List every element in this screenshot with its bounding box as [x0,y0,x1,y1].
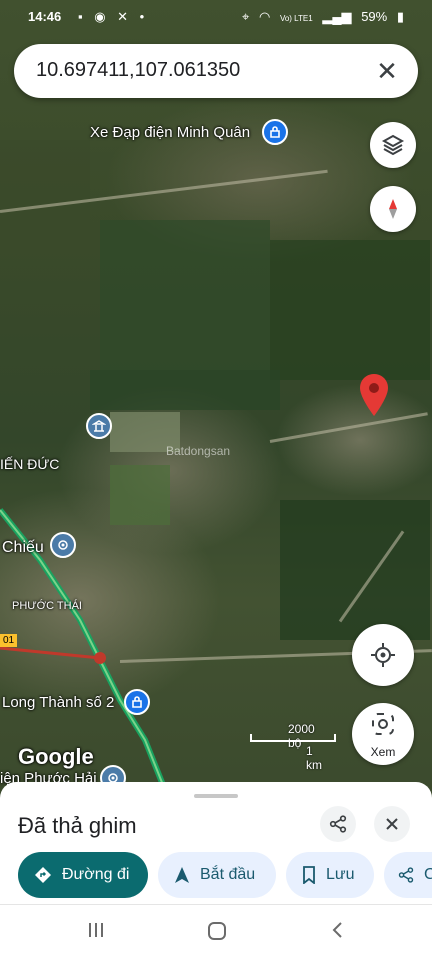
dropped-pin-icon[interactable] [360,374,388,421]
close-icon [386,818,398,830]
signal-label: Vo) LTE1 [279,14,313,23]
system-nav-bar [0,906,432,960]
start-label: Bắt đầu [200,866,256,883]
directions-label: Đường đi [62,866,130,883]
battery-text: 59% [361,9,388,24]
share-icon [398,867,414,883]
status-bar: 14:46 ▪ ◉ ✕ • ⌖ ◠ Vo) LTE1 ▂▄▆ 59% ▮ [0,0,432,34]
directions-icon [35,867,51,883]
search-query[interactable]: 10.697411,107.061350 [36,59,240,82]
view-label: Xem [370,745,396,759]
share-icon [329,815,347,833]
shop-poi-icon[interactable] [262,119,288,145]
scale-tick [250,734,252,742]
shop-poi-icon[interactable] [124,689,150,715]
divider [0,904,432,905]
notification-icons: ▪ ◉ ✕ • [78,9,149,24]
close-sheet-button[interactable] [374,806,410,842]
sheet-drag-handle[interactable] [194,794,238,798]
map-label-area[interactable]: Long Thành số 2 [2,694,114,711]
map-label-area: IẾN ĐỨC [0,456,60,472]
status-time: 14:46 [28,9,62,24]
battery-icon: ▮ [396,9,404,24]
share-chip-button[interactable]: C [384,852,432,898]
save-button[interactable]: Lưu [286,852,374,898]
map-label-shop[interactable]: Xe Đạp điện Minh Quân [90,124,250,141]
back-icon[interactable] [328,920,348,946]
scale-line [250,740,336,742]
bookmark-icon [303,866,315,884]
signal-icon: ▂▄▆ [322,9,352,24]
watermark: Batdongsan [166,444,231,458]
close-icon[interactable]: ✕ [372,56,402,86]
navigation-arrow-icon [175,867,189,883]
wifi-icon: ◠ [258,9,271,24]
compass-button[interactable] [370,186,416,232]
landmark-poi-icon[interactable] [86,413,112,439]
sheet-title: Đã thả ghim [18,813,137,838]
my-location-button[interactable] [352,624,414,686]
share-button[interactable] [320,806,356,842]
share-chip-label: C [424,866,432,883]
view-button[interactable]: Xem [352,703,414,765]
save-label: Lưu [326,866,355,883]
scale-tick [334,734,336,742]
map-label-area: Chiếu [2,539,44,556]
search-bar[interactable]: 10.697411,107.061350 ✕ [14,44,418,98]
compass-icon [389,199,397,219]
scale-bottom-label: 1 km [306,744,322,772]
map-label-area: PHƯỚC THÁI [12,600,82,612]
layers-button[interactable] [370,122,416,168]
google-logo: Google [18,744,94,769]
recent-apps-icon[interactable] [86,920,106,946]
location-icon: ⌖ [242,9,250,24]
start-button[interactable]: Bắt đầu [158,852,276,898]
road-shield: 01 [0,634,18,647]
action-chips: Đường đi Bắt đầu Lưu C [0,852,432,902]
attraction-poi-icon[interactable] [50,532,76,558]
home-icon[interactable] [206,920,228,948]
lens-icon [372,713,394,735]
layers-icon [381,134,405,156]
directions-button[interactable]: Đường đi [18,852,148,898]
status-right: ⌖ ◠ Vo) LTE1 ▂▄▆ 59% ▮ [236,9,404,25]
crosshair-icon [371,643,395,667]
